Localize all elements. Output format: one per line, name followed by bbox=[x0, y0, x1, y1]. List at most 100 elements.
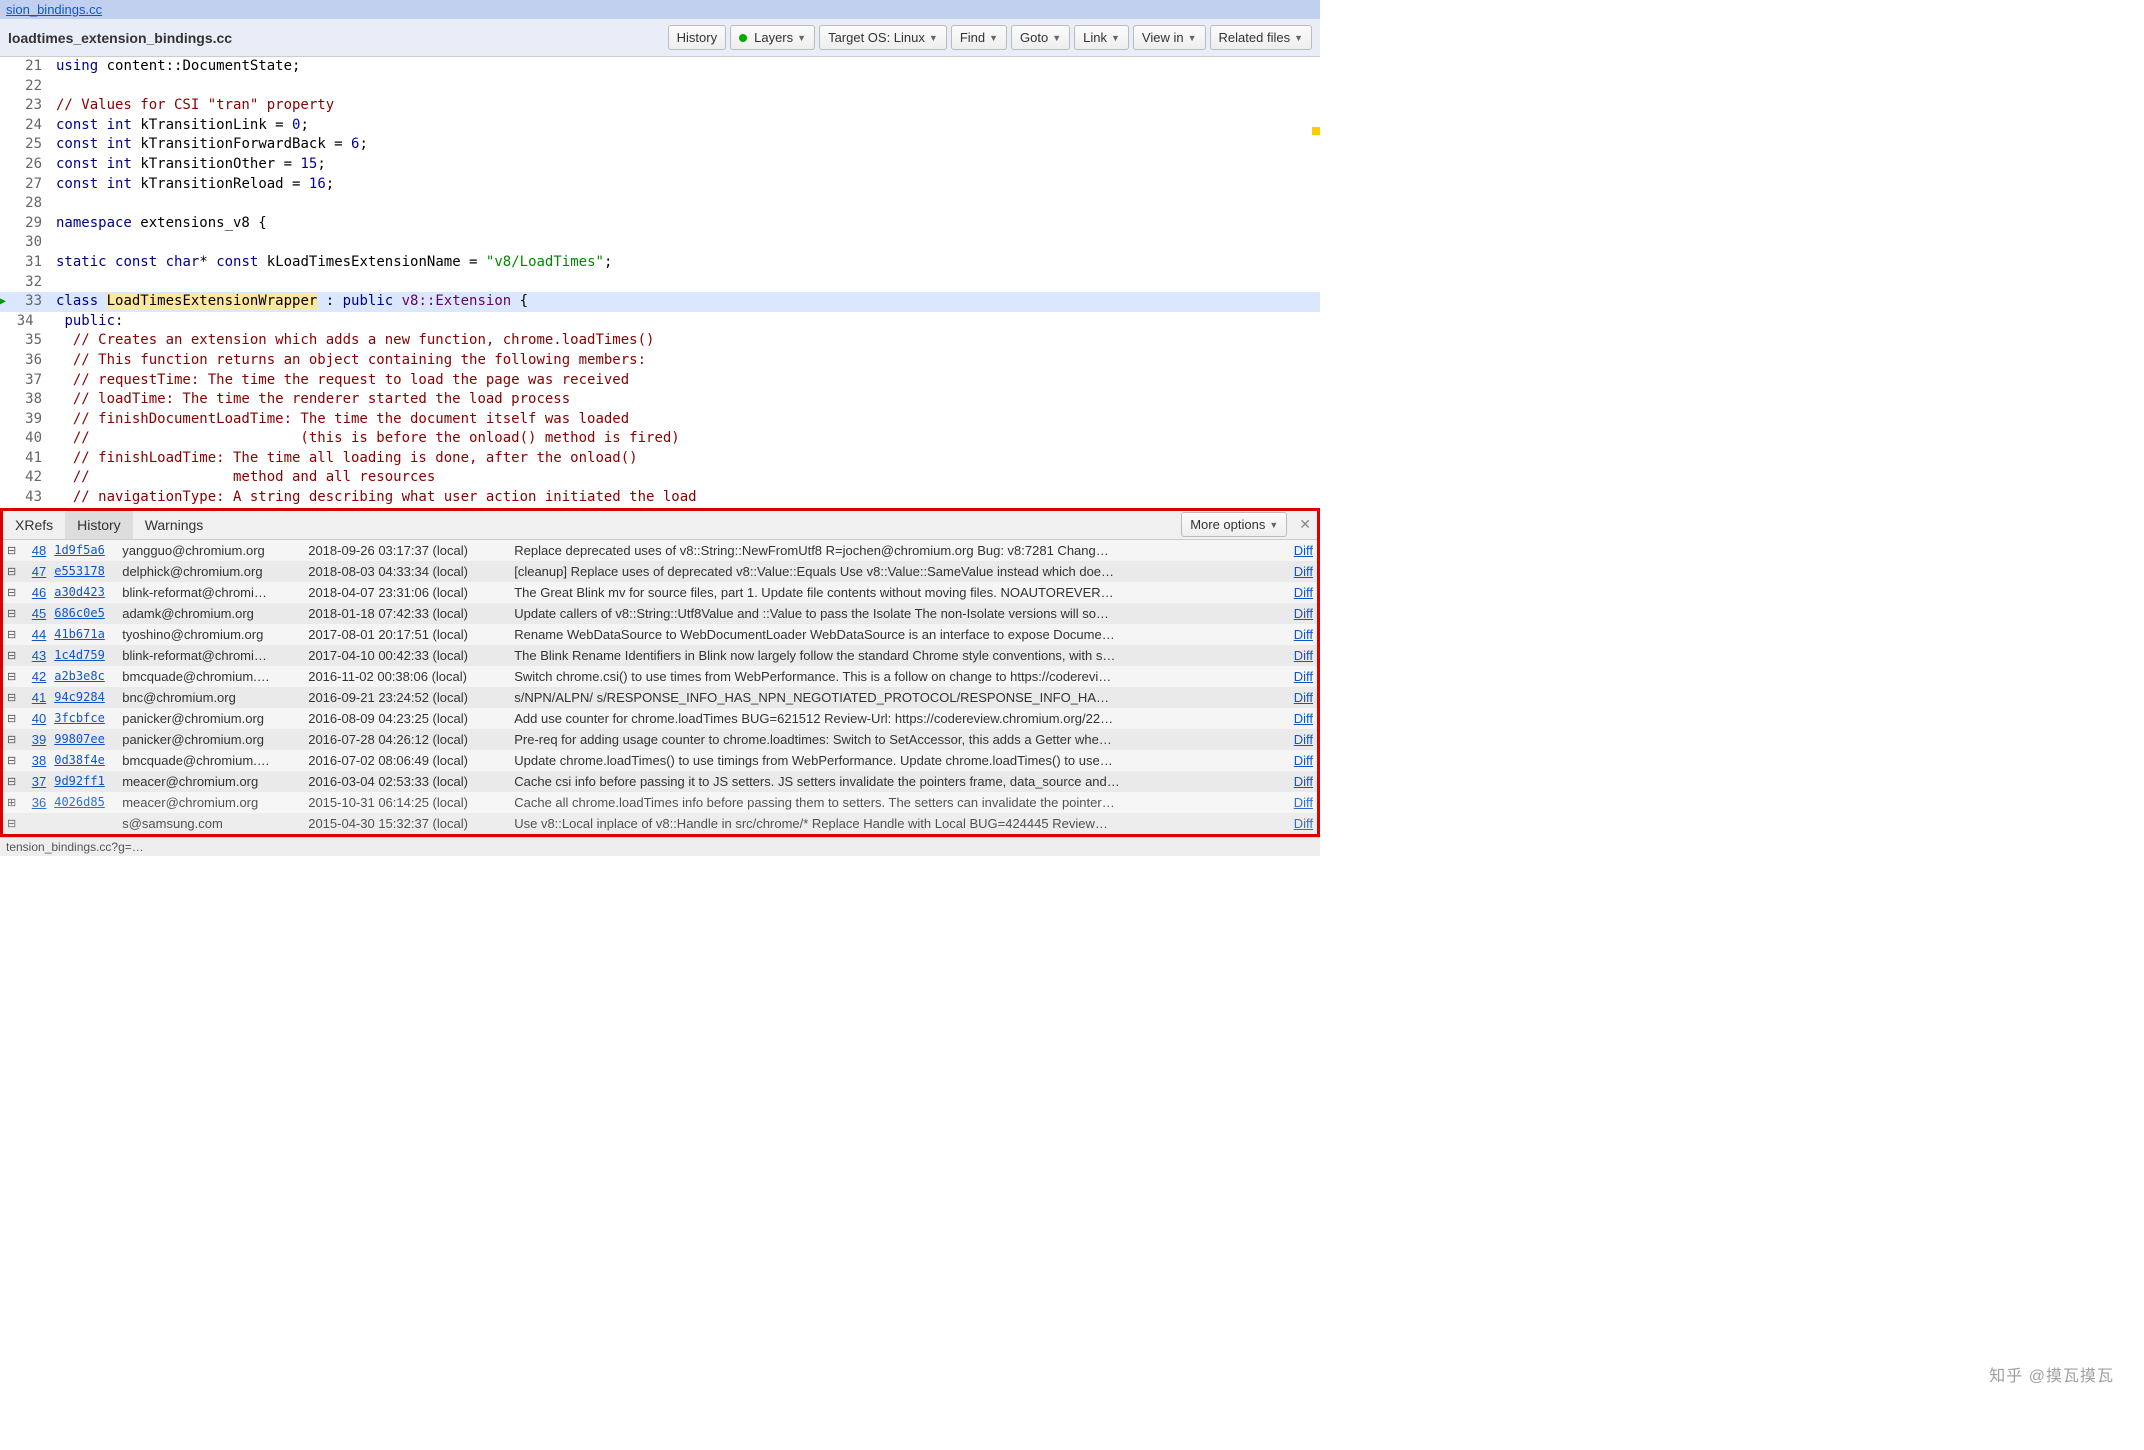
commit-hash[interactable]: 3fcbfce bbox=[54, 711, 114, 725]
history-row[interactable]: ⊟47e553178delphick@chromium.org2018-08-0… bbox=[3, 561, 1317, 582]
line-content[interactable]: // Creates an extension which adds a new… bbox=[52, 331, 1320, 351]
line-number[interactable]: 26 bbox=[0, 155, 52, 175]
row-index[interactable]: 40 bbox=[18, 711, 46, 726]
line-content[interactable]: // finishLoadTime: The time all loading … bbox=[52, 449, 1320, 469]
line-content[interactable]: using content::DocumentState; bbox=[52, 57, 1320, 77]
history-row[interactable]: ⊟46a30d423blink-reformat@chromi…2018-04-… bbox=[3, 582, 1317, 603]
line-number[interactable]: 43 bbox=[0, 488, 52, 508]
collapse-icon[interactable]: ⊟ bbox=[7, 670, 16, 683]
commit-hash[interactable]: 41b671a bbox=[54, 627, 114, 641]
collapse-icon[interactable]: ⊟ bbox=[7, 586, 16, 599]
line-content[interactable] bbox=[52, 233, 1320, 253]
code-line[interactable]: 27const int kTransitionReload = 16; bbox=[0, 175, 1320, 195]
line-content[interactable]: // (this is before the onload() method i… bbox=[52, 429, 1320, 449]
diff-link[interactable]: Diff bbox=[1283, 795, 1313, 810]
history-row[interactable]: ⊟403fcbfcepanicker@chromium.org2016-08-0… bbox=[3, 708, 1317, 729]
diff-link[interactable]: Diff bbox=[1283, 543, 1313, 558]
line-content[interactable]: // loadTime: The time the renderer start… bbox=[52, 390, 1320, 410]
expand-icon[interactable]: ⊞ bbox=[7, 796, 16, 809]
line-content[interactable]: public: bbox=[52, 312, 1320, 332]
commit-hash[interactable]: a2b3e8c bbox=[54, 669, 114, 683]
code-editor[interactable]: 21using content::DocumentState;2223// Va… bbox=[0, 57, 1320, 508]
commit-hash[interactable]: 686c0e5 bbox=[54, 606, 114, 620]
line-content[interactable]: const int kTransitionOther = 15; bbox=[52, 155, 1320, 175]
history-row[interactable]: ⊟42a2b3e8cbmcquade@chromium.…2016-11-02 … bbox=[3, 666, 1317, 687]
commit-hash[interactable]: 99807ee bbox=[54, 732, 114, 746]
code-line[interactable]: 23// Values for CSI "tran" property bbox=[0, 96, 1320, 116]
commit-hash[interactable]: e553178 bbox=[54, 564, 114, 578]
line-number[interactable]: 22 bbox=[0, 77, 52, 97]
code-line[interactable]: 41 // finishLoadTime: The time all loadi… bbox=[0, 449, 1320, 469]
close-icon[interactable]: ✕ bbox=[1293, 516, 1317, 533]
history-row[interactable]: ⊟45686c0e5adamk@chromium.org2018-01-18 0… bbox=[3, 603, 1317, 624]
diff-link[interactable]: Diff bbox=[1283, 564, 1313, 579]
row-index[interactable]: 42 bbox=[18, 669, 46, 684]
code-line[interactable]: 25const int kTransitionForwardBack = 6; bbox=[0, 135, 1320, 155]
line-content[interactable]: // requestTime: The time the request to … bbox=[52, 371, 1320, 391]
line-content[interactable]: // Values for CSI "tran" property bbox=[52, 96, 1320, 116]
line-content[interactable]: // This function returns an object conta… bbox=[52, 351, 1320, 371]
commit-hash[interactable]: 94c9284 bbox=[54, 690, 114, 704]
code-line[interactable]: 32 bbox=[0, 273, 1320, 293]
row-index[interactable]: 36 bbox=[18, 795, 46, 810]
line-number[interactable]: 31 bbox=[0, 253, 52, 273]
code-line[interactable]: 43 // navigationType: A string describin… bbox=[0, 488, 1320, 508]
collapse-icon[interactable]: ⊟ bbox=[7, 544, 16, 557]
diff-link[interactable]: Diff bbox=[1283, 669, 1313, 684]
commit-hash[interactable]: 1d9f5a6 bbox=[54, 543, 114, 557]
collapse-icon[interactable]: ⊟ bbox=[7, 817, 16, 830]
goto-button[interactable]: Goto▼ bbox=[1011, 25, 1070, 50]
tab-warnings[interactable]: Warnings bbox=[133, 511, 216, 539]
line-content[interactable]: const int kTransitionReload = 16; bbox=[52, 175, 1320, 195]
line-number[interactable]: 37 bbox=[0, 371, 52, 391]
line-number[interactable]: 35 bbox=[0, 331, 52, 351]
line-number[interactable]: 34 bbox=[0, 312, 52, 332]
diff-link[interactable]: Diff bbox=[1283, 753, 1313, 768]
line-content[interactable] bbox=[52, 194, 1320, 214]
line-content[interactable]: const int kTransitionLink = 0; bbox=[52, 116, 1320, 136]
line-number[interactable]: 28 bbox=[0, 194, 52, 214]
line-content[interactable]: namespace extensions_v8 { bbox=[52, 214, 1320, 234]
line-content[interactable]: class LoadTimesExtensionWrapper : public… bbox=[52, 292, 1320, 312]
diff-link[interactable]: Diff bbox=[1283, 816, 1313, 831]
layers-button[interactable]: Layers▼ bbox=[730, 25, 815, 50]
code-line[interactable]: 22 bbox=[0, 77, 1320, 97]
breadcrumb-link[interactable]: sion_bindings.cc bbox=[6, 2, 102, 17]
line-number[interactable]: 27 bbox=[0, 175, 52, 195]
row-index[interactable]: 44 bbox=[18, 627, 46, 642]
line-number[interactable]: 33 bbox=[0, 292, 52, 312]
code-line[interactable]: 37 // requestTime: The time the request … bbox=[0, 371, 1320, 391]
collapse-icon[interactable]: ⊟ bbox=[7, 565, 16, 578]
link-button[interactable]: Link▼ bbox=[1074, 25, 1129, 50]
history-row[interactable]: ⊞364026d85meacer@chromium.org2015-10-31 … bbox=[3, 792, 1317, 813]
viewin-button[interactable]: View in▼ bbox=[1133, 25, 1206, 50]
collapse-icon[interactable]: ⊟ bbox=[7, 628, 16, 641]
line-content[interactable]: const int kTransitionForwardBack = 6; bbox=[52, 135, 1320, 155]
code-line[interactable]: 26const int kTransitionOther = 15; bbox=[0, 155, 1320, 175]
related-files-button[interactable]: Related files▼ bbox=[1210, 25, 1312, 50]
row-index[interactable]: 41 bbox=[18, 690, 46, 705]
line-number[interactable]: 21 bbox=[0, 57, 52, 77]
diff-link[interactable]: Diff bbox=[1283, 606, 1313, 621]
line-content[interactable]: static const char* const kLoadTimesExten… bbox=[52, 253, 1320, 273]
line-number[interactable]: 42 bbox=[0, 468, 52, 488]
row-index[interactable]: 47 bbox=[18, 564, 46, 579]
line-number[interactable]: 36 bbox=[0, 351, 52, 371]
history-row[interactable]: ⊟379d92ff1meacer@chromium.org2016-03-04 … bbox=[3, 771, 1317, 792]
line-number[interactable]: 23 bbox=[0, 96, 52, 116]
code-line[interactable]: 30 bbox=[0, 233, 1320, 253]
diff-link[interactable]: Diff bbox=[1283, 648, 1313, 663]
code-line[interactable]: 24const int kTransitionLink = 0; bbox=[0, 116, 1320, 136]
collapse-icon[interactable]: ⊟ bbox=[7, 649, 16, 662]
code-line[interactable]: 42 // method and all resources bbox=[0, 468, 1320, 488]
code-line[interactable]: 28 bbox=[0, 194, 1320, 214]
line-number[interactable]: 40 bbox=[0, 429, 52, 449]
line-content[interactable]: // navigationType: A string describing w… bbox=[52, 488, 1320, 508]
collapse-icon[interactable]: ⊟ bbox=[7, 607, 16, 620]
tab-history[interactable]: History bbox=[65, 511, 133, 539]
collapse-icon[interactable]: ⊟ bbox=[7, 691, 16, 704]
line-number[interactable]: 24 bbox=[0, 116, 52, 136]
code-line[interactable]: 21using content::DocumentState; bbox=[0, 57, 1320, 77]
code-line[interactable]: 40 // (this is before the onload() metho… bbox=[0, 429, 1320, 449]
commit-hash[interactable]: 4026d85 bbox=[54, 795, 114, 809]
